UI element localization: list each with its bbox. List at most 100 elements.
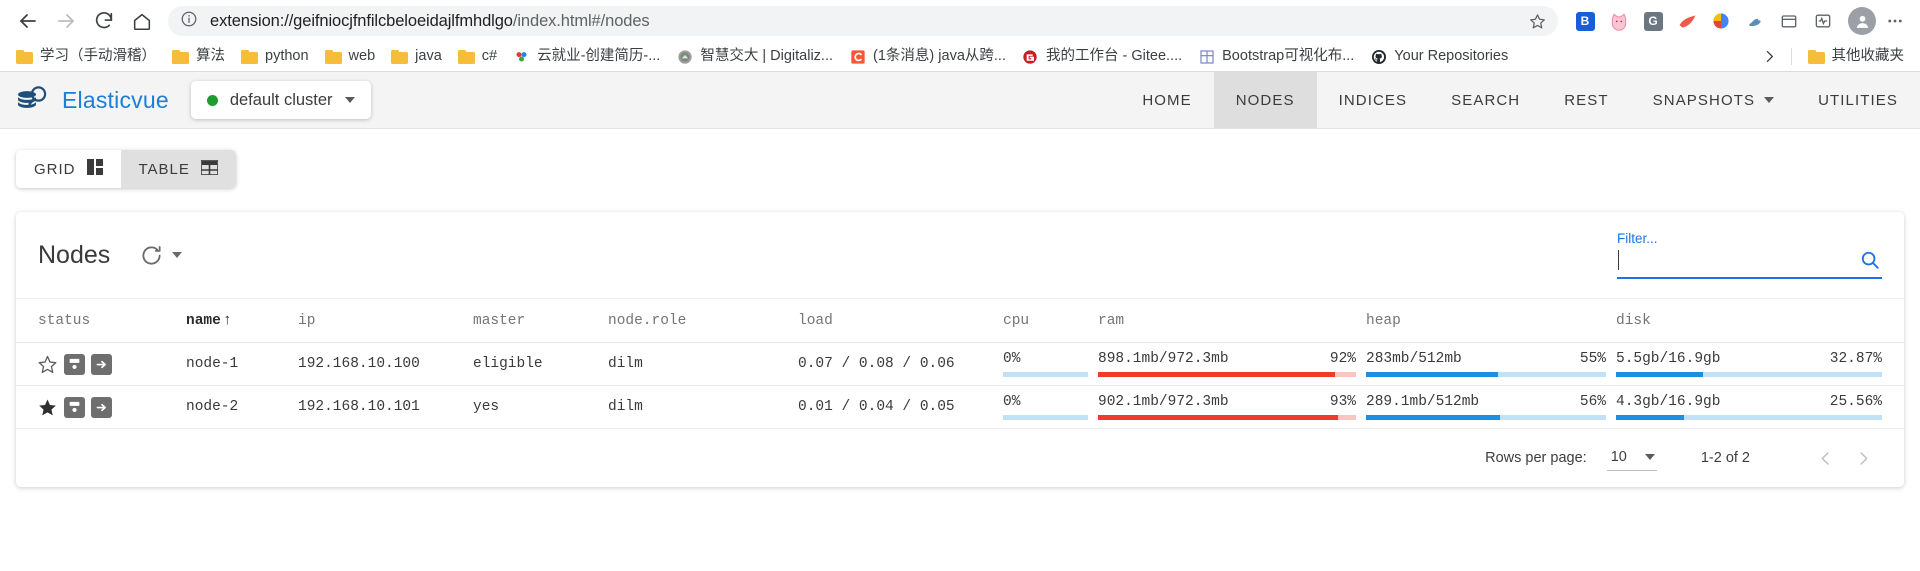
table-view-button[interactable]: TABLE — [120, 150, 236, 188]
refresh-button[interactable] — [138, 242, 164, 268]
app-logo[interactable]: Elasticvue — [16, 85, 169, 115]
cell-disk: 4.3gb/16.9gb 25.56% — [1616, 385, 1904, 429]
database-icon[interactable] — [64, 396, 85, 418]
elasticvue-logo-icon — [16, 85, 50, 115]
nav-utilities[interactable]: UTILITIES — [1796, 72, 1920, 128]
url-text: extension://geifniocjfnfilcbeloeidajlfmh… — [210, 12, 1524, 31]
extension-pink-cat[interactable] — [1604, 6, 1634, 36]
star-filled-icon[interactable] — [36, 396, 58, 418]
bookmark-folder-xuexi[interactable]: 学习（手动滑稽） — [8, 46, 164, 67]
filter-input[interactable] — [1617, 245, 1882, 279]
bookmarks-overflow-button[interactable] — [1757, 45, 1783, 69]
bookmark-other-bookmarks[interactable]: 其他收藏夹 — [1800, 46, 1913, 67]
home-button[interactable] — [124, 3, 160, 39]
cell-status — [16, 385, 186, 429]
bookmark-csdn[interactable]: (1条消息) java从跨... — [841, 45, 1014, 68]
bookmark-zhihui-jiaoda[interactable]: 智慧交大 | Digitaliz... — [668, 45, 841, 68]
chevron-right-icon — [1859, 451, 1867, 465]
th-cpu[interactable]: cpu — [1003, 298, 1098, 343]
pagination-range: 1-2 of 2 — [1700, 450, 1750, 466]
next-page-button[interactable] — [1844, 439, 1882, 477]
previous-page-button[interactable] — [1806, 439, 1844, 477]
cell-name: node-2 — [186, 385, 298, 429]
bookmarks-divider — [1790, 48, 1792, 65]
refresh-group — [138, 242, 183, 268]
bookmark-folder-java[interactable]: java — [383, 46, 450, 67]
bookmark-star-button[interactable] — [1524, 8, 1550, 34]
chevron-right-icon — [1766, 50, 1773, 63]
extension-blue-bird[interactable] — [1740, 6, 1770, 36]
th-ip[interactable]: ip — [298, 298, 473, 343]
disk-percent: 32.87% — [1829, 351, 1882, 367]
grid-view-icon — [86, 159, 103, 179]
profile-button[interactable] — [1848, 7, 1876, 35]
rows-per-page-select[interactable]: 10 — [1606, 445, 1657, 471]
arrow-right-box-icon[interactable] — [91, 353, 112, 375]
back-button[interactable] — [10, 3, 46, 39]
star-outline-icon[interactable] — [36, 353, 58, 375]
forward-button[interactable] — [48, 3, 84, 39]
caret-down-icon — [344, 97, 355, 103]
nav-search[interactable]: SEARCH — [1429, 72, 1542, 128]
grid-view-button[interactable]: GRID — [16, 150, 121, 188]
th-disk[interactable]: disk — [1616, 298, 1904, 343]
bookmark-your-repositories[interactable]: Your Repositories — [1362, 45, 1516, 68]
th-heap[interactable]: heap — [1366, 298, 1616, 343]
site-info-icon[interactable] — [180, 10, 198, 33]
cluster-selector[interactable]: default cluster — [190, 81, 371, 119]
reload-button[interactable] — [86, 3, 122, 39]
nav-home[interactable]: HOME — [1120, 72, 1213, 128]
heart-pulse-icon — [1815, 14, 1831, 28]
rows-per-page-value: 10 — [1610, 449, 1627, 465]
search-button[interactable] — [1858, 248, 1882, 272]
extension-icons: B G — [1570, 6, 1910, 36]
nav-rest[interactable]: REST — [1542, 72, 1630, 128]
caret-down-icon — [1644, 454, 1655, 460]
extension-orange-swoosh[interactable] — [1672, 6, 1702, 36]
cell-name: node-1 — [186, 342, 298, 386]
bookmark-folder-web[interactable]: web — [317, 46, 384, 67]
cpu-metric: 0% — [1003, 351, 1088, 377]
bookmark-folder-csharp[interactable]: c# — [450, 46, 505, 67]
extension-grammarly[interactable]: G — [1638, 6, 1668, 36]
nav-label: HOME — [1142, 91, 1192, 109]
swoosh-icon — [1679, 14, 1695, 28]
th-name[interactable]: name ↑ — [186, 298, 298, 343]
browser-menu-button[interactable] — [1880, 6, 1910, 36]
database-icon[interactable] — [64, 353, 85, 375]
disk-progress-bar — [1616, 372, 1882, 377]
nav-snapshots[interactable]: SNAPSHOTS — [1631, 72, 1796, 128]
bookmark-folder-python[interactable]: python — [233, 46, 317, 67]
th-node-role[interactable]: node.role — [608, 298, 798, 343]
th-load[interactable]: load — [798, 298, 1003, 343]
heap-progress-fill — [1366, 372, 1498, 377]
bookmark-yunjiuye[interactable]: 云就业-创建简历-... — [505, 45, 668, 68]
heap-progress-fill — [1366, 415, 1501, 420]
nav-label: UTILITIES — [1818, 91, 1898, 109]
extension-colorful-globe[interactable] — [1706, 6, 1736, 36]
address-bar[interactable]: extension://geifniocjfnfilcbeloeidajlfmh… — [168, 6, 1558, 36]
bookmark-folder-suanfa[interactable]: 算法 — [164, 46, 233, 67]
nav-indices[interactable]: INDICES — [1317, 72, 1430, 128]
ram-progress-fill — [1098, 372, 1336, 377]
extension-collections[interactable] — [1774, 6, 1804, 36]
bookmark-label: 云就业-创建简历-... — [537, 48, 661, 65]
bookmark-gitee[interactable]: 我的工作台 - Gitee.... — [1014, 45, 1190, 68]
cell-status — [16, 342, 186, 386]
bookmark-bootstrap-grid[interactable]: Bootstrap可视化布... — [1190, 45, 1362, 68]
refresh-dropdown-button[interactable] — [172, 252, 183, 258]
arrow-right-box-icon[interactable] — [91, 396, 112, 418]
nav-nodes[interactable]: NODES — [1213, 72, 1317, 128]
url-origin: extension://geifniocjfnfilcbeloeidajlfmh… — [210, 11, 513, 30]
extension-bitwarden[interactable]: B — [1570, 6, 1600, 36]
nodes-table-head: status name ↑ ip master node.role load cp… — [16, 298, 1904, 343]
ram-progress-fill — [1098, 415, 1338, 420]
cpu-metric: 0% — [1003, 394, 1088, 420]
sort-ascending-icon: ↑ — [222, 312, 232, 329]
extension-browser-essentials[interactable] — [1808, 6, 1838, 36]
table-row: node-1 192.168.10.100 eligible dilm 0.07… — [16, 342, 1904, 386]
th-status[interactable]: status — [16, 298, 186, 343]
th-master[interactable]: master — [473, 298, 608, 343]
th-ram[interactable]: ram — [1098, 298, 1366, 343]
nav-label: INDICES — [1338, 91, 1408, 109]
